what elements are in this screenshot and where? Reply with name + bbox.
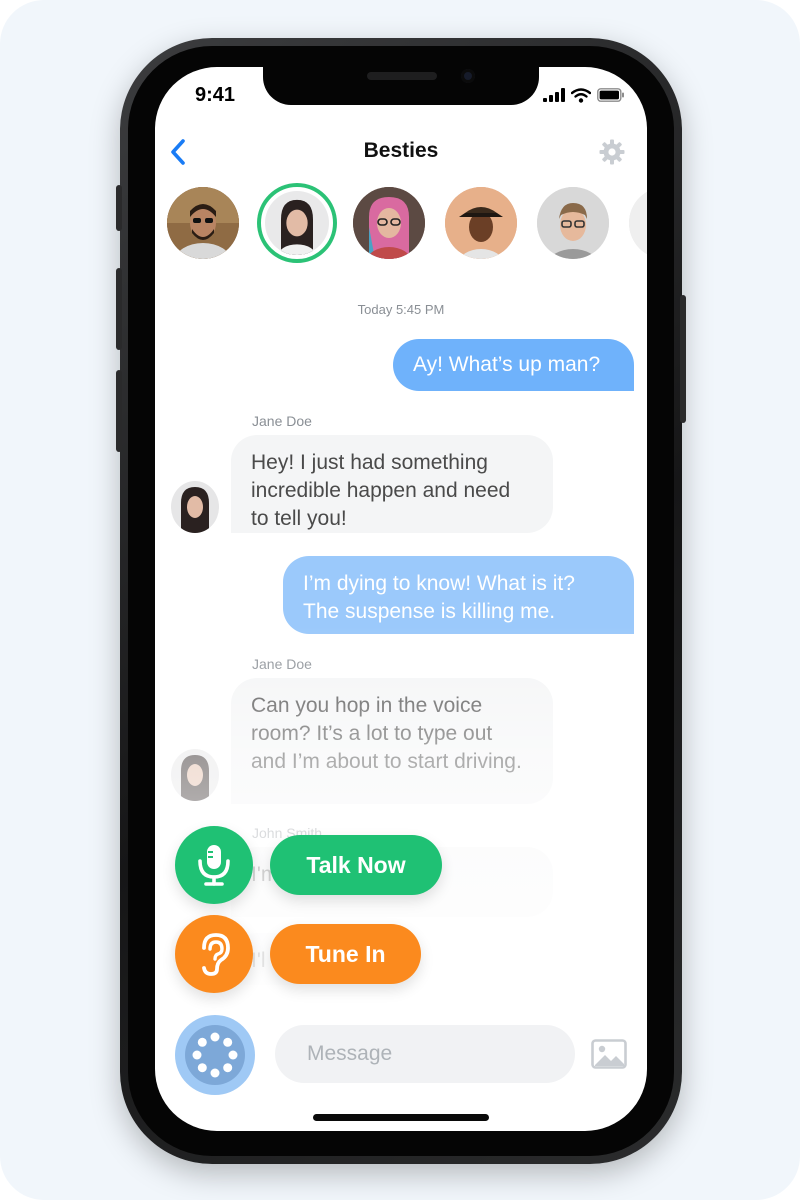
avatar-member-1[interactable] bbox=[167, 187, 239, 259]
message-bubble-incoming: Hey! I just had something incredible hap… bbox=[231, 435, 553, 533]
front-camera bbox=[461, 69, 475, 83]
avatar-member-5[interactable] bbox=[537, 187, 609, 259]
message-bubble-outgoing: I’m dying to know! What is it? The suspe… bbox=[283, 556, 634, 634]
power-button bbox=[680, 295, 686, 423]
message-bubble-incoming: Can you hop in the voice room? It’s a lo… bbox=[231, 678, 553, 804]
message-bubble-outgoing: Ay! What’s up man? bbox=[393, 339, 634, 391]
speaker-grille bbox=[367, 72, 437, 80]
talk-now-button[interactable]: Talk Now bbox=[270, 835, 442, 895]
gear-icon bbox=[599, 139, 625, 165]
voice-room-button[interactable] bbox=[175, 1015, 255, 1095]
status-time: 9:41 bbox=[195, 84, 236, 106]
signal-icon bbox=[543, 88, 565, 102]
avatar-image bbox=[629, 187, 647, 259]
voice-room-icon bbox=[185, 1025, 245, 1085]
sender-name: Jane Doe bbox=[252, 656, 312, 672]
avatar-image bbox=[265, 191, 329, 255]
volume-up-button bbox=[116, 268, 122, 350]
tune-in-ear-button[interactable] bbox=[175, 915, 253, 993]
status-icons bbox=[543, 87, 625, 103]
attach-image-button[interactable] bbox=[591, 1039, 627, 1069]
tune-in-button[interactable]: Tune In bbox=[270, 924, 421, 984]
battery-icon bbox=[597, 88, 624, 102]
chat-title: Besties bbox=[363, 139, 439, 162]
avatar-image bbox=[445, 187, 517, 259]
avatar-image bbox=[353, 187, 425, 259]
wifi-icon bbox=[571, 87, 591, 103]
ear-icon bbox=[202, 933, 230, 976]
sender-name: Jane Doe bbox=[252, 413, 312, 429]
sender-avatar bbox=[171, 481, 219, 533]
notch bbox=[263, 67, 539, 105]
silent-switch bbox=[116, 185, 122, 231]
member-avatar-strip bbox=[167, 187, 647, 259]
avatar-member-2[interactable] bbox=[261, 187, 333, 259]
talk-now-mic-button[interactable] bbox=[175, 826, 253, 904]
avatar-image bbox=[167, 187, 239, 259]
image-icon bbox=[591, 1039, 627, 1069]
volume-down-button bbox=[116, 370, 122, 452]
settings-button[interactable] bbox=[597, 137, 627, 167]
avatar-member-4[interactable] bbox=[445, 187, 517, 259]
chat-timestamp: Today 5:45 PM bbox=[357, 302, 445, 317]
microphone-icon bbox=[198, 845, 230, 886]
avatar-member-3[interactable] bbox=[353, 187, 425, 259]
phone-screen: 9:41 Besties Today 5:45 PM Ay! What’s up… bbox=[155, 67, 647, 1131]
home-indicator bbox=[313, 1114, 489, 1121]
sender-avatar bbox=[171, 749, 219, 801]
avatar-member-6[interactable] bbox=[629, 187, 647, 259]
avatar-image bbox=[537, 187, 609, 259]
message-input[interactable] bbox=[275, 1025, 575, 1083]
